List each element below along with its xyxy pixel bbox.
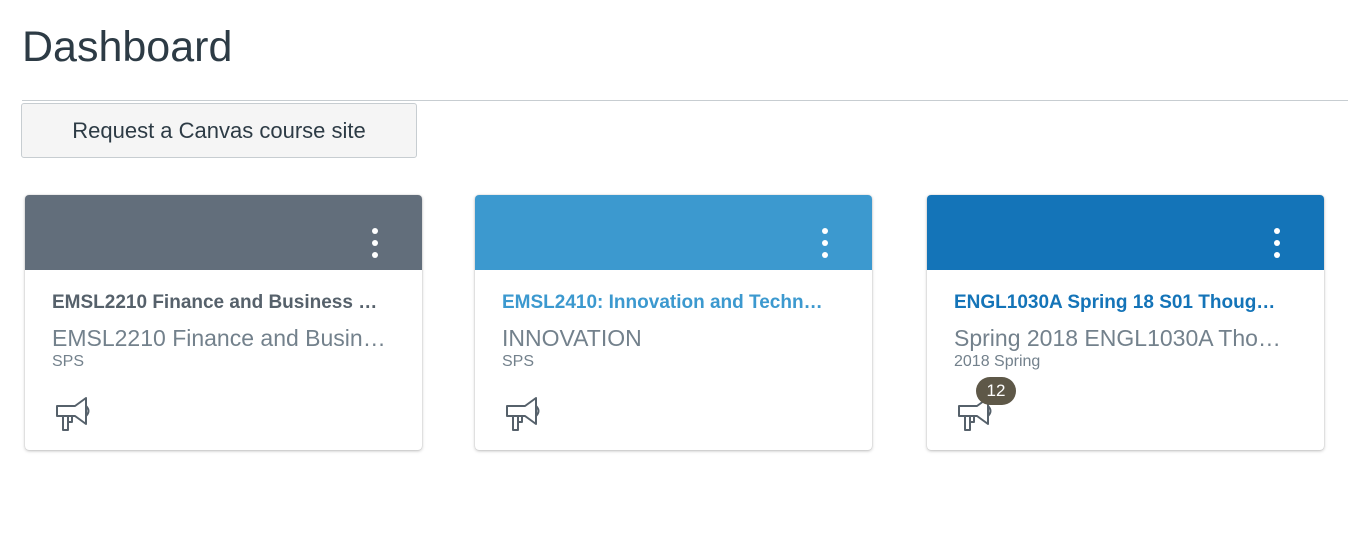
course-card-subtitle: Spring 2018 ENGL1030A Tho… bbox=[954, 325, 1281, 351]
course-card-header[interactable] bbox=[25, 195, 422, 270]
course-card: ENGL1030A Spring 18 S01 Thoug… Spring 20… bbox=[927, 195, 1324, 450]
header-divider bbox=[22, 100, 1348, 101]
course-card-header[interactable] bbox=[475, 195, 872, 270]
unread-count-badge: 12 bbox=[976, 377, 1016, 405]
more-options-icon[interactable] bbox=[362, 225, 388, 261]
course-card: EMSL2410: Innovation and Techn… INNOVATI… bbox=[475, 195, 872, 450]
course-card-title-link[interactable]: EMSL2210 Finance and Business … bbox=[52, 291, 392, 315]
course-card-subtitle: INNOVATION bbox=[502, 325, 642, 351]
more-options-icon[interactable] bbox=[1264, 225, 1290, 261]
page-title: Dashboard bbox=[22, 23, 233, 71]
course-card-term: SPS bbox=[52, 353, 85, 370]
course-card-subtitle: EMSL2210 Finance and Busin… bbox=[52, 325, 386, 351]
request-course-site-button[interactable]: Request a Canvas course site bbox=[21, 103, 417, 158]
course-card-title-link[interactable]: EMSL2410: Innovation and Techn… bbox=[502, 291, 842, 315]
course-card-term: 2018 Spring bbox=[954, 353, 1041, 370]
course-card-title-link[interactable]: ENGL1030A Spring 18 S01 Thoug… bbox=[954, 291, 1294, 315]
announcements-megaphone-icon[interactable] bbox=[53, 393, 95, 433]
course-card-term: SPS bbox=[502, 353, 535, 370]
more-options-icon[interactable] bbox=[812, 225, 838, 261]
announcements-megaphone-icon[interactable] bbox=[503, 393, 545, 433]
course-card-header[interactable] bbox=[927, 195, 1324, 270]
course-card: EMSL2210 Finance and Business … EMSL2210… bbox=[25, 195, 422, 450]
